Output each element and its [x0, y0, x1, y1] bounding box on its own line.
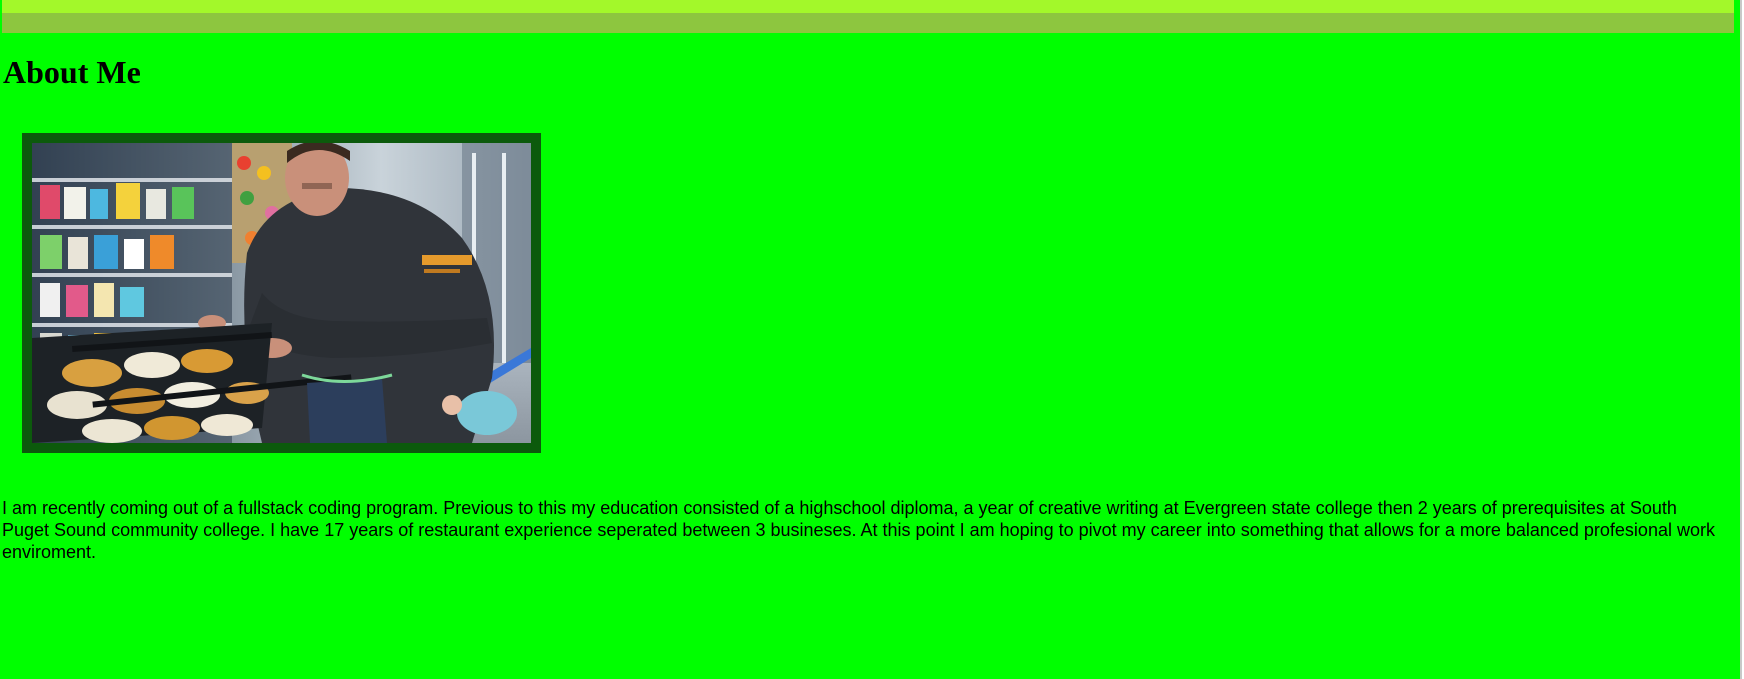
top-nav-stripe [2, 0, 1734, 13]
page: About Me I am recently coming out of a f… [0, 0, 1742, 679]
profile-photo [32, 143, 531, 443]
profile-photo-frame [22, 133, 541, 453]
page-title: About Me [3, 54, 141, 90]
bio-paragraph: I am recently coming out of a fullstack … [2, 498, 1715, 562]
top-nav-bar [2, 0, 1734, 33]
